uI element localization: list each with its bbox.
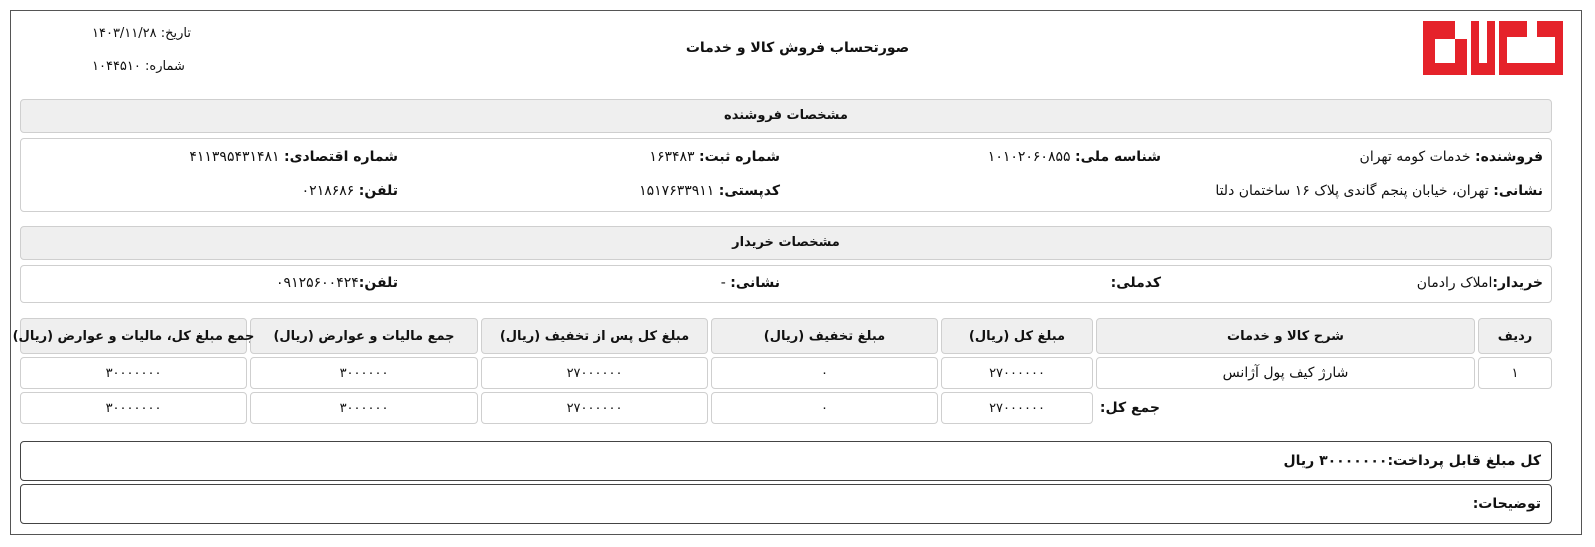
buyer-phone-label: تلفن:	[358, 275, 398, 291]
payable-amount-box: کل مبلغ قابل پرداخت:۳۰۰۰۰۰۰۰ ریال	[20, 441, 1552, 481]
buyer-national-code-label: کدملی:	[1110, 275, 1161, 291]
table-total-discount: ۰	[711, 392, 938, 424]
seller-eco-value: ۴۱۱۳۹۵۴۳۱۴۸۱	[189, 149, 280, 165]
table-header-tax: جمع مالیات و عوارض (ریال)	[250, 318, 478, 354]
table-header-total-amount: مبلغ کل (ریال)	[941, 318, 1093, 354]
table-header-row-number: ردیف	[1478, 318, 1552, 354]
seller-name-label: فروشنده:	[1474, 149, 1543, 165]
seller-national-id-value: ۱۰۱۰۲۰۶۰۸۵۵	[987, 149, 1071, 165]
seller-eco-label: شماره اقتصادی:	[284, 149, 398, 165]
table-header-after-discount: مبلغ کل پس از تخفیف (ریال)	[481, 318, 708, 354]
number-value: ۱۰۴۴۵۱۰	[92, 59, 141, 74]
number-label: شماره:	[145, 59, 185, 74]
seller-address: نشانی: تهران، خیابان پنجم گاندی پلاک ۱۶ …	[1215, 183, 1543, 199]
table-cell-total-amount: ۲۷۰۰۰۰۰۰	[941, 357, 1093, 389]
seller-national-id: شناسه ملی: ۱۰۱۰۲۰۶۰۸۵۵	[988, 149, 1161, 165]
table-cell-discount: ۰	[711, 357, 938, 389]
seller-address-label: نشانی:	[1493, 183, 1543, 199]
notes-label: توضیحات:	[1472, 496, 1541, 512]
payable-label: کل مبلغ قابل پرداخت:	[1387, 453, 1541, 469]
seller-reg-number: شماره ثبت: ۱۶۳۴۸۳	[649, 149, 780, 165]
payable-value: ۳۰۰۰۰۰۰۰ ریال	[1283, 453, 1388, 469]
delta-logo	[1423, 21, 1563, 75]
buyer-address-value: -	[720, 275, 726, 291]
seller-phone-value: ۰۲۱۸۶۸۶	[301, 183, 355, 199]
seller-name-value: خدمات کومه تهران	[1359, 149, 1471, 165]
seller-national-id-label: شناسه ملی:	[1074, 149, 1161, 165]
table-total-tax: ۳۰۰۰۰۰۰	[250, 392, 478, 424]
buyer-section-title: مشخصات خریدار	[20, 226, 1552, 260]
buyer-address-label: نشانی:	[730, 275, 780, 291]
seller-postal-label: کدپستی:	[718, 183, 780, 199]
date-value: ۱۴۰۳/۱۱/۲۸	[92, 26, 157, 41]
date-label: تاریخ:	[160, 26, 192, 41]
table-total-label: جمع کل:	[1099, 400, 1160, 416]
invoice-title: صورتحساب فروش کالا و خدمات	[685, 40, 910, 56]
table-header-discount: مبلغ تخفیف (ریال)	[711, 318, 938, 354]
buyer-phone-value: ۰۹۱۲۵۶۰۰۴۲۴	[276, 275, 359, 291]
seller-address-value: تهران، خیابان پنجم گاندی پلاک ۱۶ ساختمان…	[1215, 183, 1489, 199]
seller-postal-value: ۱۵۱۷۶۳۳۹۱۱	[639, 183, 715, 199]
buyer-info-box: خریدار:املاک رادمان کدملی: نشانی: - تلفن…	[20, 265, 1552, 303]
seller-info-box: فروشنده: خدمات کومه تهران شناسه ملی: ۱۰۱…	[20, 138, 1552, 212]
number-row: شماره: ۱۰۴۴۵۱۰	[92, 59, 232, 92]
invoice-meta: تاریخ: ۱۴۰۳/۱۱/۲۸ شماره: ۱۰۴۴۵۱۰	[92, 26, 232, 92]
table-total-grand: ۳۰۰۰۰۰۰۰	[20, 392, 247, 424]
table-total-after-discount: ۲۷۰۰۰۰۰۰	[481, 392, 708, 424]
table-cell-grand-total: ۳۰۰۰۰۰۰۰	[20, 357, 247, 389]
seller-reg-value: ۱۶۳۴۸۳	[649, 149, 695, 165]
table-cell-description: شارژ کیف پول آژانس	[1096, 357, 1475, 389]
table-header-description: شرح کالا و خدمات	[1096, 318, 1475, 354]
table-cell-row-number: ۱	[1478, 357, 1552, 389]
notes-box: توضیحات:	[20, 484, 1552, 524]
buyer-name-value: املاک رادمان	[1416, 275, 1493, 291]
seller-phone: تلفن: ۰۲۱۸۶۸۶	[302, 183, 398, 199]
table-total-amount: ۲۷۰۰۰۰۰۰	[941, 392, 1093, 424]
seller-name: فروشنده: خدمات کومه تهران	[1360, 149, 1543, 165]
table-header-grand-total: جمع مبلغ کل، مالیات و عوارض (ریال)	[13, 318, 254, 354]
table-cell-after-discount: ۲۷۰۰۰۰۰۰	[481, 357, 708, 389]
buyer-name-label: خریدار:	[1492, 275, 1543, 291]
seller-reg-label: شماره ثبت:	[699, 149, 780, 165]
seller-phone-label: تلفن:	[358, 183, 398, 199]
buyer-phone: تلفن:۰۹۱۲۵۶۰۰۴۲۴	[276, 275, 398, 291]
buyer-name: خریدار:املاک رادمان	[1417, 275, 1543, 291]
table-cell-tax: ۳۰۰۰۰۰۰	[250, 357, 478, 389]
seller-postal-code: کدپستی: ۱۵۱۷۶۳۳۹۱۱	[639, 183, 780, 199]
seller-economic-number: شماره اقتصادی: ۴۱۱۳۹۵۴۳۱۴۸۱	[189, 149, 398, 165]
buyer-address: نشانی: -	[721, 275, 780, 291]
buyer-national-code: کدملی:	[1111, 275, 1161, 291]
seller-section-title: مشخصات فروشنده	[20, 99, 1552, 133]
